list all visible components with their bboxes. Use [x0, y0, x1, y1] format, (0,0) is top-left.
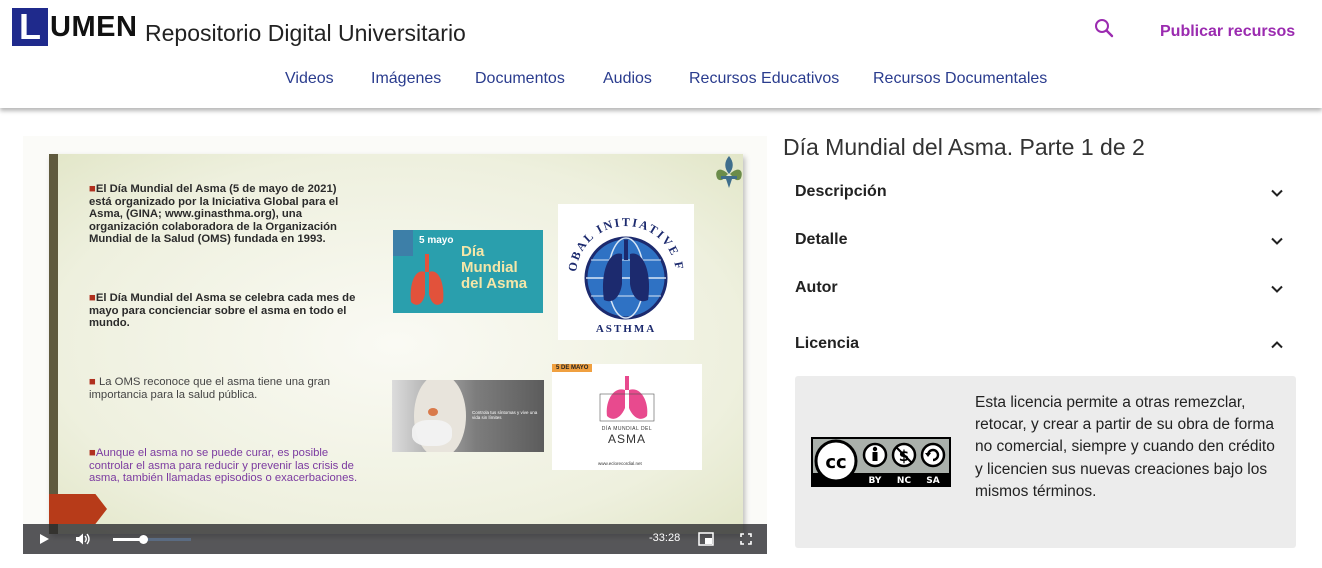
nav-item-audios[interactable]: Audios	[603, 70, 652, 88]
poster-title-line-2: Mundial	[461, 259, 518, 276]
logo-letter: L	[12, 8, 48, 46]
accordion-description[interactable]: Descripción	[795, 183, 1295, 201]
accordion-label-author: Autor	[795, 279, 838, 296]
volume-icon[interactable]	[72, 524, 94, 554]
accordion-author[interactable]: Autor	[795, 279, 1295, 297]
photo-caption: Controla tus síntomas y vive una vida si…	[472, 410, 538, 420]
accordion-label-description: Descripción	[795, 183, 887, 200]
poster-title: Día Mundial del Asma	[461, 244, 527, 292]
gina-bottom-text: ASTHMA	[596, 323, 656, 335]
accordion-label-detail: Detalle	[795, 231, 848, 248]
poster-date: 5 mayo	[419, 235, 454, 246]
accordion-label-license: Licencia	[795, 335, 860, 352]
accordion-detail[interactable]: Detalle	[795, 231, 1295, 249]
video-player[interactable]: ■El Día Mundial del Asma (5 de mayo de 2…	[23, 136, 767, 554]
license-description: Esta licencia permite a otras remezclar,…	[975, 394, 1275, 500]
play-icon[interactable]	[33, 524, 55, 554]
poster-title-line-1: Día	[461, 243, 485, 260]
cc-term-nc: NC	[897, 476, 912, 486]
cc-term-by: BY	[869, 476, 882, 486]
chevron-down-icon	[1271, 237, 1283, 245]
site-title: Repositorio Digital Universitario	[145, 20, 466, 46]
asthma-card: 5 DE MAYO DÍA MUNDIAL DEL ASMA www.eclor…	[552, 364, 702, 470]
slide-bullet-1: ■El Día Mundial del Asma (5 de mayo de 2…	[89, 183, 339, 246]
slide-bullet-3: ■ La OMS reconoce que el asma tiene una …	[89, 376, 331, 401]
asthma-day-poster: 5 mayo Día Mundial del Asma	[393, 230, 543, 313]
time-remaining: -33:28	[649, 532, 681, 544]
pink-lungs-icon	[599, 376, 655, 422]
card-tag: 5 DE MAYO	[552, 364, 593, 372]
license-panel: cc $ BY NC SA Esta licencia permite a ot…	[795, 376, 1296, 548]
university-emblem	[716, 156, 742, 188]
nav-item-documentary-resources[interactable]: Recursos Documentales	[873, 70, 1047, 88]
card-footer: www.eclorecordial.net	[598, 461, 642, 466]
slide-accent-bar	[49, 154, 58, 534]
poster-title-line-3: del Asma	[461, 275, 528, 292]
video-controls: -33:28	[23, 524, 767, 554]
svg-text:cc: cc	[825, 452, 846, 473]
volume-slider[interactable]	[113, 535, 191, 544]
site-header: L UMEN Repositorio Digital Universitario…	[0, 0, 1322, 108]
lungs-icon	[410, 254, 444, 305]
search-icon[interactable]	[1092, 16, 1116, 40]
publish-resources-button[interactable]: Publicar recursos	[1160, 23, 1295, 41]
nav-item-educational-resources[interactable]: Recursos Educativos	[689, 70, 839, 88]
nav-item-documents[interactable]: Documentos	[475, 70, 565, 88]
picture-in-picture-icon[interactable]	[695, 524, 717, 554]
nav-item-images[interactable]: Imágenes	[371, 70, 441, 88]
chevron-up-icon	[1271, 341, 1283, 349]
card-title: ASMA	[607, 432, 646, 446]
chevron-down-icon	[1271, 285, 1283, 293]
slide-arrow-decoration	[49, 494, 107, 524]
chevron-down-icon	[1271, 189, 1283, 197]
logo-text: UMEN	[50, 11, 138, 43]
cc-by-nc-sa-badge[interactable]: cc $ BY NC SA	[811, 437, 951, 487]
resource-title: Día Mundial del Asma. Parte 1 de 2	[783, 134, 1145, 160]
inhaler-photo: Controla tus síntomas y vive una vida si…	[392, 380, 544, 452]
volume-knob[interactable]	[139, 535, 148, 544]
accordion-license[interactable]: Licencia	[795, 335, 1295, 353]
fullscreen-icon[interactable]	[735, 524, 757, 554]
nav-item-videos[interactable]: Videos	[285, 70, 334, 88]
slide-bullet-4: ■Aunque el asma no se puede curar, es po…	[89, 447, 358, 485]
gina-logo: GLOBAL INITIATIVE FOR ASTHMA	[552, 193, 694, 340]
slide-bullet-2: ■El Día Mundial del Asma se celebra cada…	[89, 292, 356, 330]
cc-term-sa: SA	[926, 476, 939, 486]
lumen-logo[interactable]: L UMEN	[12, 8, 137, 46]
